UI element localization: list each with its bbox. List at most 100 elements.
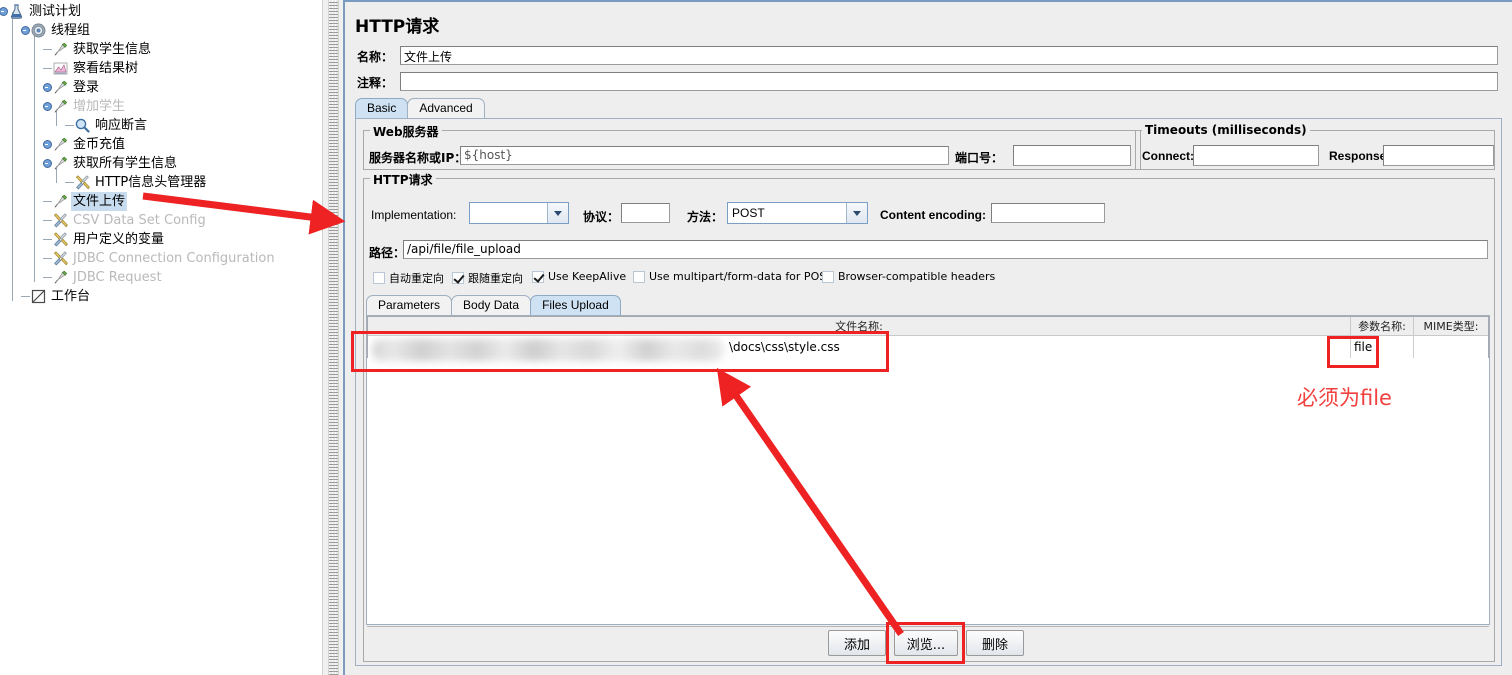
table-cell-mime-type[interactable] [1414, 336, 1488, 358]
tree-item[interactable]: 获取学生信息 [52, 40, 153, 59]
table-column-header[interactable]: 参数名称: [1351, 317, 1414, 335]
http-sampler-icon [52, 98, 69, 115]
tree-item[interactable]: 获取所有学生信息 [52, 154, 179, 173]
tree-item[interactable]: 察看结果树 [52, 59, 140, 78]
tree-expander-toggle[interactable] [43, 83, 52, 92]
test-plan-icon [8, 3, 25, 20]
tree-item[interactable]: JDBC Request [52, 268, 164, 287]
panel-splitter[interactable] [322, 0, 344, 675]
checkbox-unchecked-icon[interactable] [633, 270, 645, 283]
response-timeout-label: Response: [1329, 149, 1391, 163]
protocol-input[interactable] [621, 203, 670, 223]
server-name-input[interactable]: ${host} [460, 146, 949, 165]
chevron-down-icon[interactable] [547, 203, 568, 223]
comment-label: 注释： [357, 76, 394, 90]
checkbox-checked-icon[interactable] [452, 272, 464, 284]
delete-button[interactable]: 删除 [966, 630, 1024, 656]
tree-expander-toggle[interactable] [43, 159, 52, 168]
http-sampler-icon [52, 155, 69, 172]
content-encoding-input[interactable] [991, 203, 1105, 223]
http-sampler-icon [52, 193, 69, 210]
checkbox-label: 跟随重定向 [468, 272, 523, 285]
tree-item[interactable]: 增加学生 [52, 97, 127, 116]
tree-item-label: 测试计划 [29, 4, 82, 19]
method-value: POST [732, 206, 765, 220]
web-server-group-title: Web服务器 [370, 123, 442, 140]
checkbox-4[interactable]: Browser-compatible headers [822, 270, 995, 283]
annotation-note-must-be-file: 必须为file [1297, 386, 1392, 410]
tree-item[interactable]: 线程组 [30, 21, 92, 40]
checkbox-1[interactable]: 跟随重定向 [452, 270, 523, 286]
editor-tabs[interactable]: Basic Advanced [355, 98, 485, 118]
tree-item[interactable]: 文件上传 [52, 192, 128, 211]
connect-timeout-label: Connect: [1142, 149, 1194, 163]
request-data-tabs[interactable]: Parameters Body Data Files Upload [366, 295, 621, 315]
add-button[interactable]: 添加 [828, 630, 886, 656]
tree-item[interactable]: 工作台 [30, 287, 92, 306]
tab-parameters[interactable]: Parameters [366, 295, 453, 315]
content-encoding-label: Content encoding: [880, 208, 986, 222]
checkbox-3[interactable]: Use multipart/form-data for POST [633, 270, 833, 283]
chevron-down-icon[interactable] [846, 203, 867, 223]
checkbox-0[interactable]: 自动重定向 [373, 270, 444, 286]
tree-branch [43, 68, 52, 69]
header-manager-icon [74, 174, 91, 191]
tree-expander-toggle[interactable] [43, 102, 52, 111]
tree-expander-toggle[interactable] [43, 140, 52, 149]
splitter-grip[interactable] [328, 0, 339, 675]
checkbox-label: Use multipart/form-data for POST [649, 270, 833, 283]
tab-files-upload[interactable]: Files Upload [530, 295, 621, 315]
path-input[interactable]: /api/file/file_upload [403, 240, 1488, 259]
tree-item-label: 用户定义的变量 [73, 232, 165, 247]
tree-item[interactable]: 测试计划 [8, 2, 83, 21]
tree-branch [43, 201, 52, 202]
tree-item-label: 线程组 [51, 23, 91, 38]
connect-timeout-input[interactable] [1193, 145, 1319, 166]
table-column-header[interactable]: MIME类型: [1414, 317, 1488, 335]
port-input[interactable] [1013, 145, 1131, 166]
tree-item-label: 工作台 [51, 289, 91, 304]
annotation-box-browse [886, 622, 965, 664]
tree-item[interactable]: 金币充值 [52, 135, 127, 154]
checkbox-label: 自动重定向 [389, 272, 444, 285]
tab-basic[interactable]: Basic [355, 98, 409, 118]
tab-body-data[interactable]: Body Data [451, 295, 532, 315]
name-label: 名称： [357, 50, 394, 64]
test-plan-tree-panel[interactable]: 测试计划线程组获取学生信息察看结果树登录增加学生 响应断言 金币充值 获取所有学生信息… [0, 0, 322, 675]
tree-item[interactable]: 响应断言 [74, 116, 149, 135]
tree-item-label: 察看结果树 [73, 61, 139, 76]
implementation-select[interactable] [469, 202, 569, 224]
name-input[interactable]: 文件上传 [400, 46, 1498, 65]
method-label: 方法： [687, 210, 724, 224]
tree-item-label: JDBC Connection Configuration [73, 251, 275, 266]
tree-trunk-l1 [34, 31, 35, 282]
view-results-tree-icon [52, 60, 69, 77]
tree-branch [43, 277, 52, 278]
protocol-label: 协议： [583, 210, 620, 224]
comment-input[interactable] [400, 72, 1498, 91]
checkbox-2[interactable]: Use KeepAlive [532, 270, 626, 283]
checkbox-label: Use KeepAlive [548, 270, 627, 283]
tree-branch [65, 125, 74, 126]
tree-item[interactable]: CSV Data Set Config [52, 211, 208, 230]
method-select[interactable]: POST [727, 202, 868, 224]
config-icon [52, 250, 69, 267]
tree-expander-toggle[interactable] [21, 26, 30, 35]
http-sampler-icon [52, 79, 69, 96]
tree-item[interactable]: 用户定义的变量 [52, 230, 166, 249]
tree-item[interactable]: 登录 [52, 78, 101, 97]
tree-item-label: 登录 [73, 80, 100, 95]
tree-item[interactable]: HTTP信息头管理器 [74, 173, 208, 192]
port-label: 端口号： [955, 151, 1004, 165]
checkbox-checked-icon[interactable] [532, 270, 544, 283]
tree-item-label: JDBC Request [73, 270, 162, 285]
checkbox-unchecked-icon[interactable] [373, 272, 385, 284]
tab-advanced[interactable]: Advanced [407, 98, 485, 118]
checkbox-unchecked-icon[interactable] [822, 270, 834, 283]
assertion-icon [74, 117, 91, 134]
tree-item[interactable]: JDBC Connection Configuration [52, 249, 277, 268]
path-label: 路径： [369, 246, 406, 260]
workbench-icon [30, 288, 47, 305]
response-timeout-input[interactable] [1383, 145, 1494, 166]
tree-expander-toggle[interactable] [0, 7, 8, 16]
